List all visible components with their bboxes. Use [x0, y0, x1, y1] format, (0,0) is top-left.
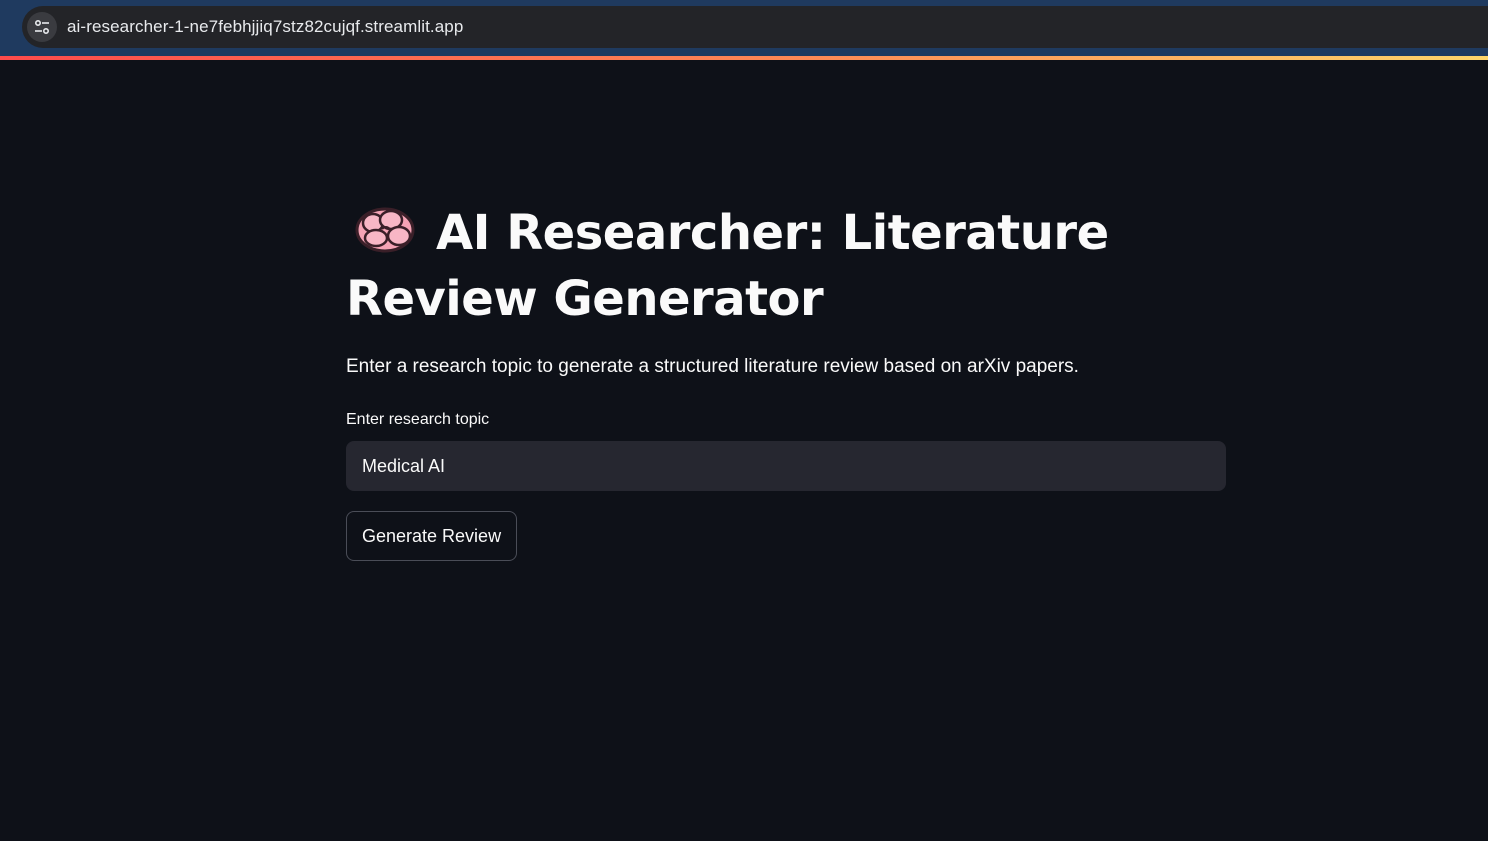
brain-icon	[355, 207, 415, 253]
page-description: Enter a research topic to generate a str…	[346, 356, 1079, 377]
url-text[interactable]: ai-researcher-1-ne7febhjjiq7stz82cujqf.s…	[67, 17, 463, 37]
tune-icon	[34, 19, 50, 35]
address-bar[interactable]: ai-researcher-1-ne7febhjjiq7stz82cujqf.s…	[22, 6, 1488, 48]
research-topic-input[interactable]	[346, 441, 1226, 491]
topic-input-label: Enter research topic	[346, 411, 490, 428]
site-info-button[interactable]	[27, 12, 57, 42]
page-title-text: AI Researcher: Literature Review Generat…	[346, 205, 1109, 327]
generate-review-button[interactable]: Generate Review	[346, 511, 518, 561]
browser-toolbar: ai-researcher-1-ne7febhjjiq7stz82cujqf.s…	[0, 0, 1488, 56]
header-decoration	[0, 56, 1488, 60]
page-title: AI Researcher: Literature Review Generat…	[346, 200, 1246, 332]
